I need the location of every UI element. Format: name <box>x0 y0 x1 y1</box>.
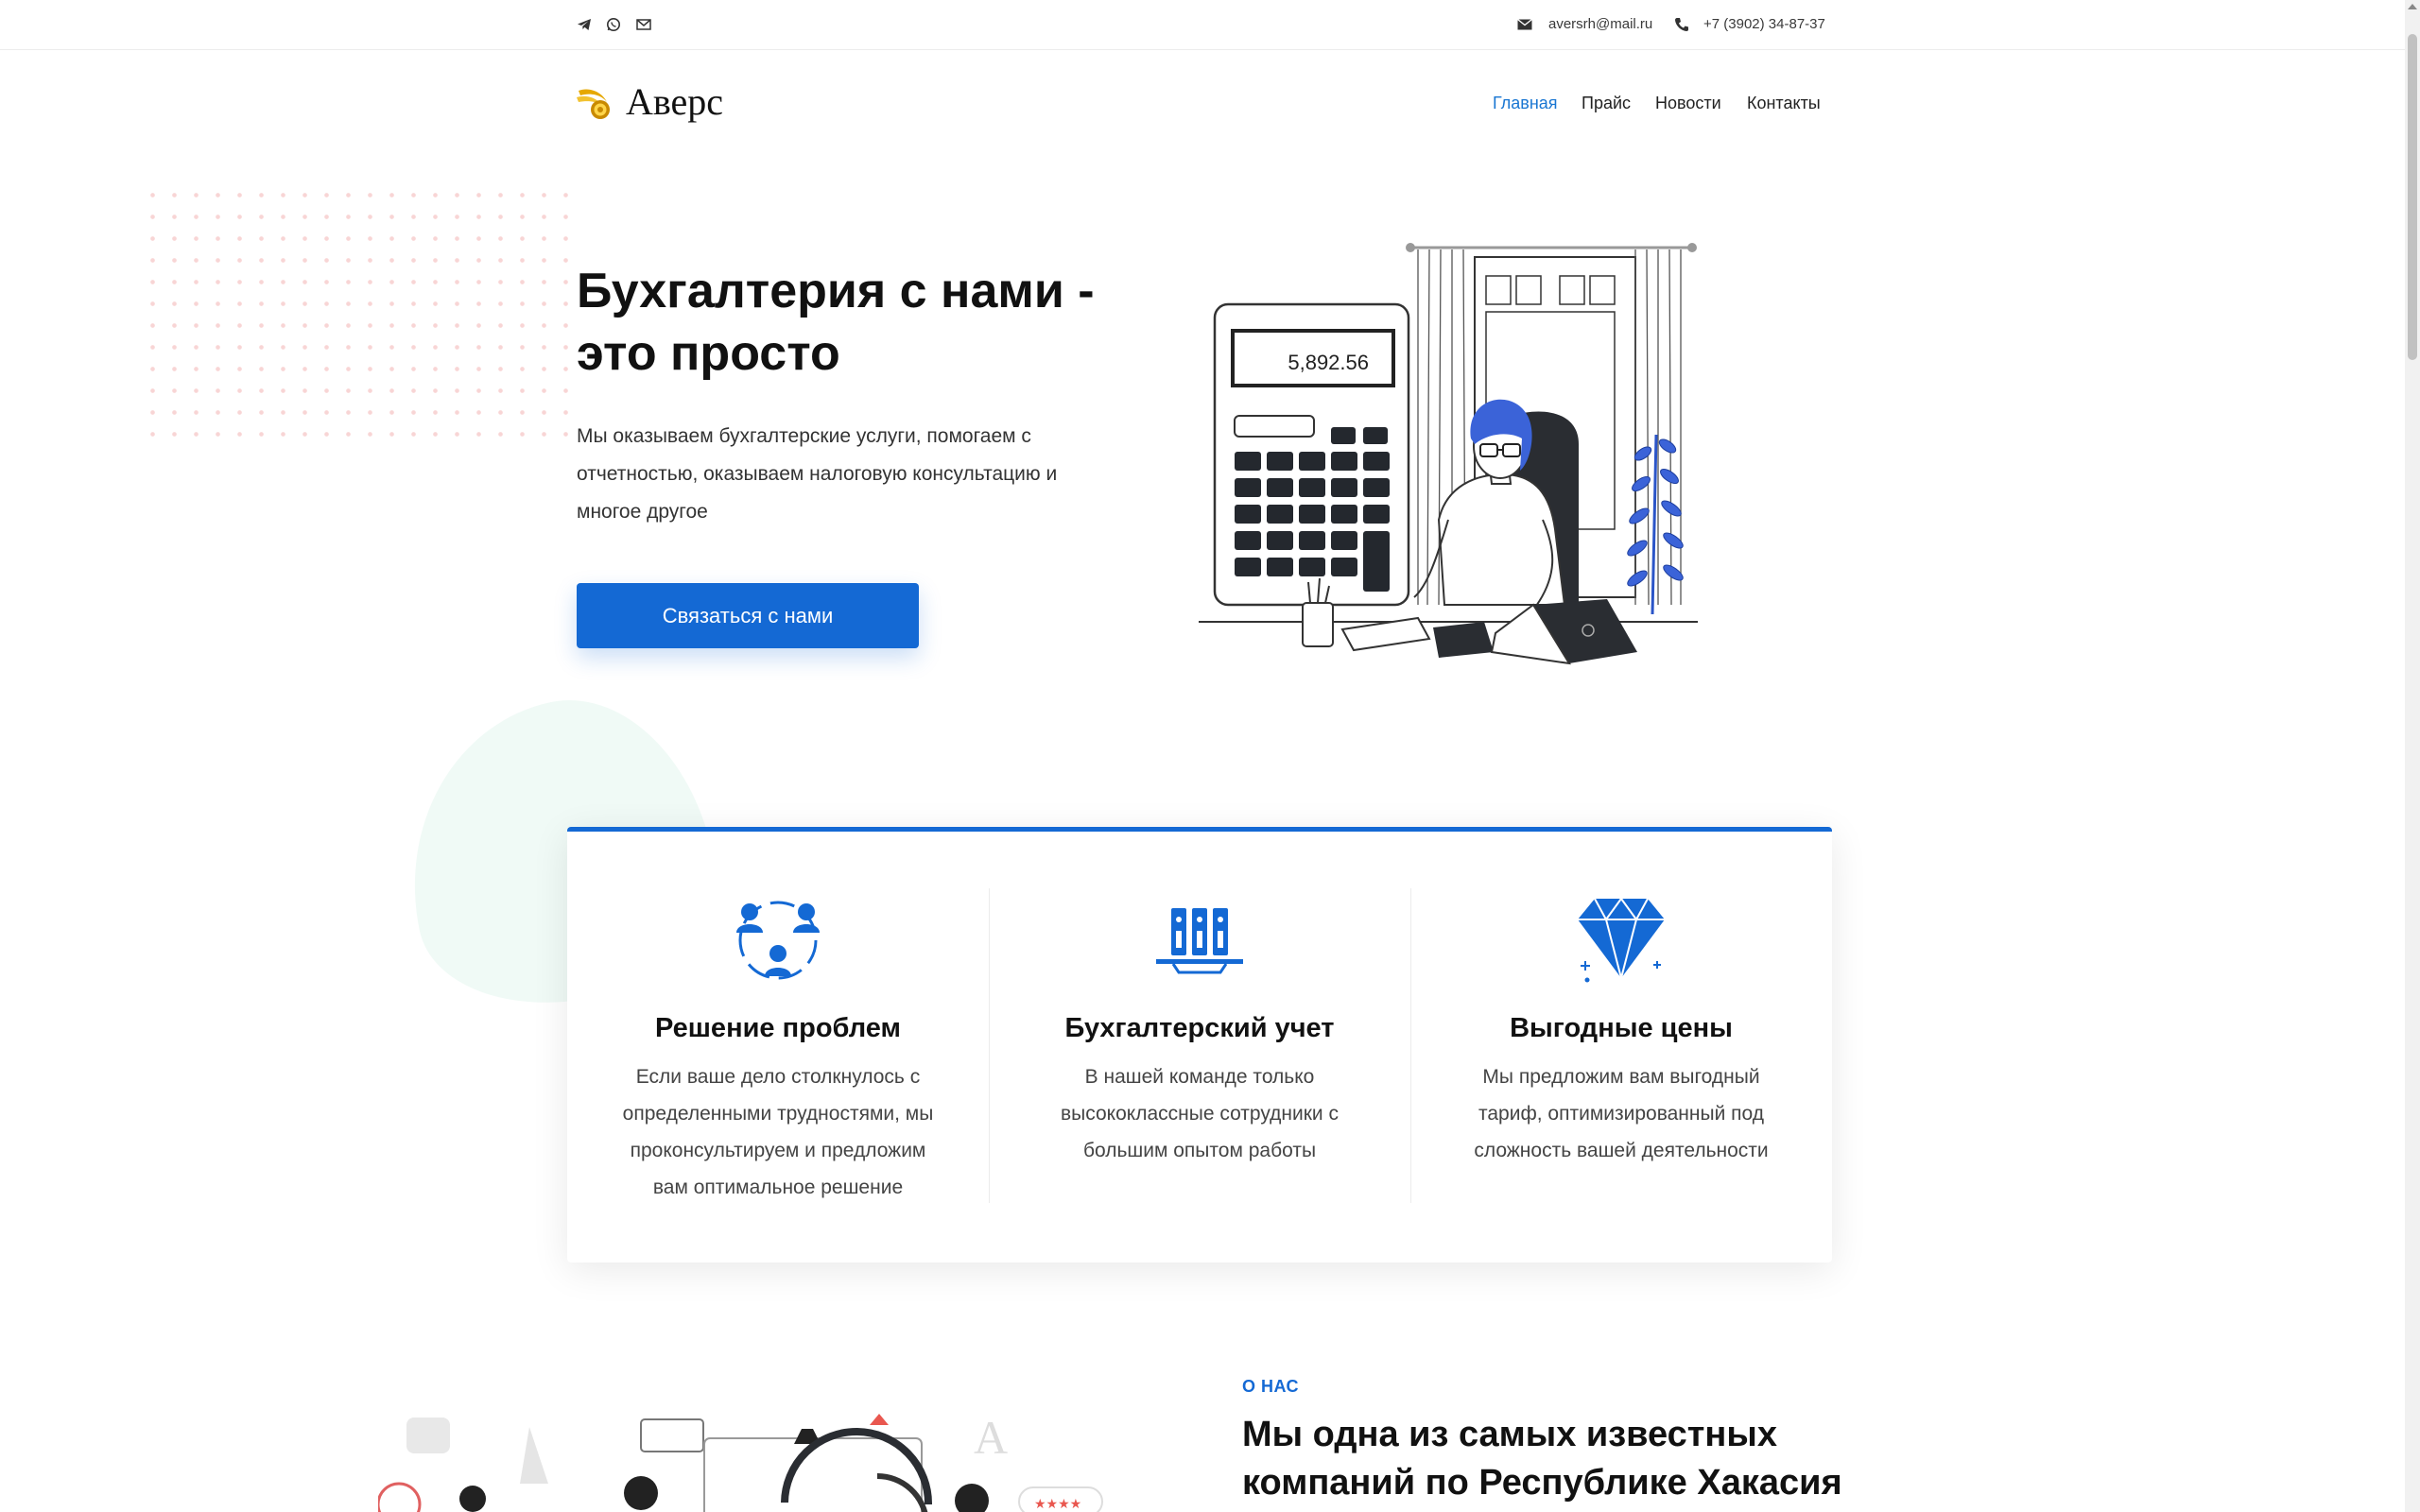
feature-title: Выгодные цены <box>1510 1013 1733 1043</box>
logo-text[interactable]: Аверс <box>626 77 723 127</box>
feature-accounting: Бухгалтерский учет В нашей команде тольк… <box>989 832 1410 1263</box>
decorative-dots <box>142 184 577 439</box>
feature-prices: Выгодные цены Мы предложим вам выгодный … <box>1410 832 1832 1263</box>
telegram-icon[interactable] <box>575 15 594 34</box>
features-card: Решение проблем Если ваше дело столкнуло… <box>567 827 1832 1263</box>
email-icon[interactable] <box>634 15 653 34</box>
nav-price[interactable]: Прайс <box>1582 93 1631 113</box>
feature-problem-solving: Решение проблем Если ваше дело столкнуло… <box>567 832 989 1263</box>
topbar-email[interactable]: aversrh@mail.ru <box>1548 15 1652 34</box>
hero-title: Бухгалтерия с нами - это просто <box>577 264 1095 381</box>
topbar-phone[interactable]: +7 (3902) 34-87-37 <box>1703 15 1825 34</box>
scroll-up-icon[interactable] <box>2408 4 2417 9</box>
binders-icon <box>1152 891 1247 986</box>
team-icon <box>731 891 825 986</box>
logo-icon[interactable] <box>575 81 618 125</box>
feature-text: Если ваше дело столкнулось с определенны… <box>622 1066 934 1198</box>
feature-text: Мы предложим вам выгодный тариф, оптимиз… <box>1474 1066 1769 1161</box>
mail-icon <box>1515 15 1534 34</box>
svg-text:A: A <box>974 1411 1008 1464</box>
nav-news[interactable]: Новости <box>1655 93 1721 113</box>
nav-contacts[interactable]: Контакты <box>1747 93 1821 113</box>
phone-icon <box>1672 15 1691 34</box>
feature-text: В нашей команде только высококлассные со… <box>1061 1066 1339 1161</box>
whatsapp-icon[interactable] <box>604 15 623 34</box>
scroll-thumb[interactable] <box>2408 34 2417 360</box>
diamond-icon <box>1574 891 1668 986</box>
about-label: О НАС <box>1242 1377 1300 1396</box>
feature-title: Решение проблем <box>655 1013 901 1043</box>
about-illustration: A ★★★★ <box>378 1411 1103 1512</box>
accountant-illustration: 5,892.56 <box>1199 243 1698 665</box>
nav-home[interactable]: Главная <box>1493 93 1558 113</box>
contact-us-button[interactable]: Связаться с нами <box>577 583 919 648</box>
feature-title: Бухгалтерский учет <box>1064 1013 1335 1043</box>
calculator-display: 5,892.56 <box>1288 351 1369 374</box>
page-scrollbar[interactable] <box>2405 0 2420 1512</box>
hero-description: Мы оказываем бухгалтерские услуги, помог… <box>577 425 1058 523</box>
about-title: Мы одна из самых известных компаний по Р… <box>1242 1415 1842 1503</box>
svg-text:★★★★: ★★★★ <box>1034 1497 1081 1512</box>
top-bar: aversrh@mail.ru +7 (3902) 34-87-37 <box>0 0 2405 50</box>
